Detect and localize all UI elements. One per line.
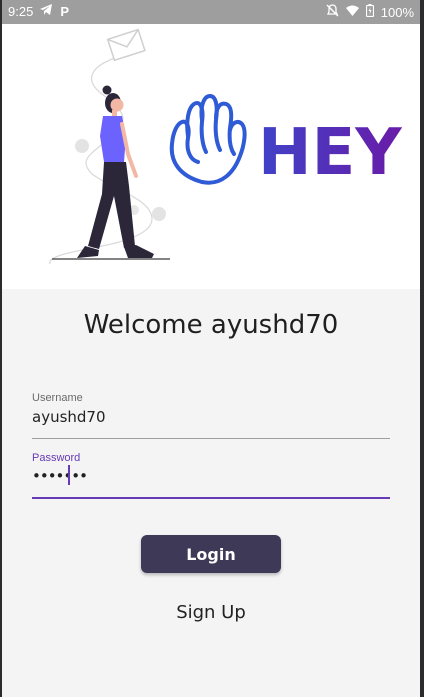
wifi-icon xyxy=(345,5,359,20)
p-app-icon: P xyxy=(60,4,69,19)
status-bar: 9:25 P 100% xyxy=(2,0,420,24)
text-cursor xyxy=(68,465,70,485)
username-underline xyxy=(32,438,390,439)
mute-icon xyxy=(326,4,339,20)
hey-logo: HEY xyxy=(169,94,402,190)
envelope-icon xyxy=(106,28,146,62)
telegram-icon xyxy=(40,4,53,19)
password-label: Password xyxy=(32,452,81,464)
battery-level: 100% xyxy=(380,4,414,20)
username-input[interactable]: ayushd70 xyxy=(32,408,106,426)
password-underline xyxy=(32,497,390,499)
decor-dot xyxy=(152,207,166,221)
welcome-heading: Welcome ayushd70 xyxy=(83,310,339,340)
signup-link[interactable]: Sign Up xyxy=(2,602,420,623)
password-input[interactable]: ••••••• xyxy=(32,467,88,485)
waving-hand-icon xyxy=(169,94,247,185)
hey-logo-text: HEY xyxy=(258,116,402,190)
status-time: 9:25 xyxy=(8,4,34,19)
battery-icon xyxy=(365,4,374,20)
app-screen: 9:25 P 100% HEY Welcome ayushd70 Usernam… xyxy=(2,0,420,697)
hero-banner: HEY xyxy=(2,24,420,289)
username-label: Username xyxy=(32,392,83,404)
login-button[interactable]: Login xyxy=(141,535,281,573)
decor-dot xyxy=(75,139,89,153)
